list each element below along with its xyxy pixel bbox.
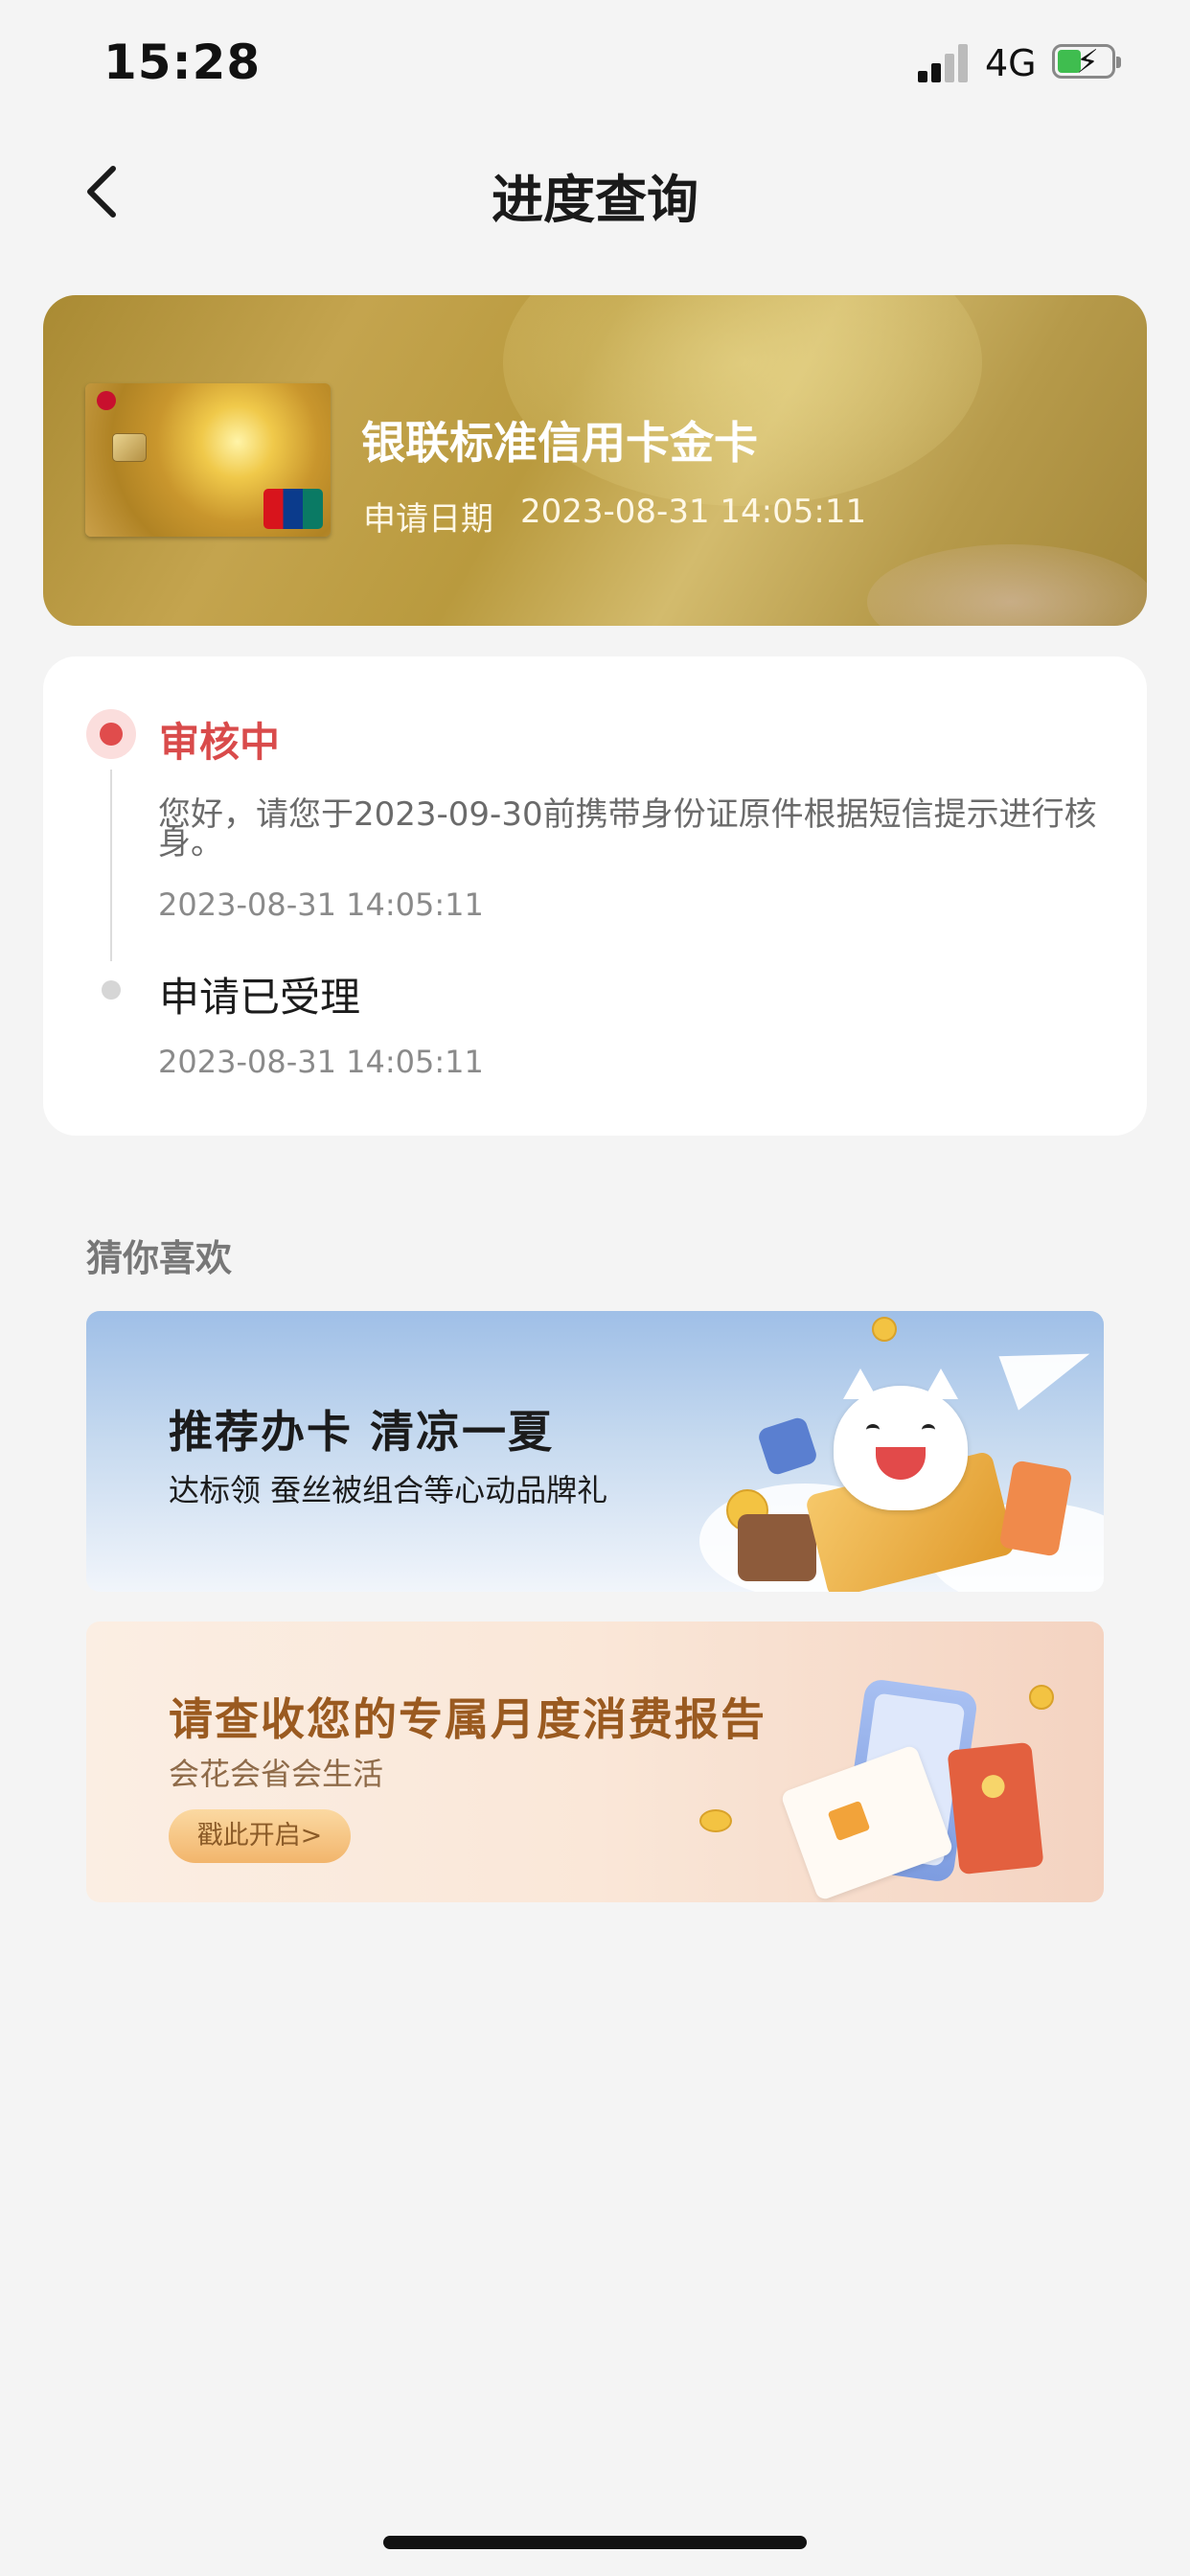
active-step-dot-icon xyxy=(86,709,136,759)
cat-mascot-icon xyxy=(834,1368,968,1510)
step-status-accepted: 申请已受理 xyxy=(159,974,361,1021)
battery-icon: ⚡ xyxy=(1052,43,1121,81)
timeline-line xyxy=(110,770,112,961)
progress-panel: 审核中 您好，请您于2023-09-30前携带身份证原件根据短信提示进行核身。 … xyxy=(43,656,1147,1136)
backpack-icon xyxy=(756,1415,819,1477)
credit-card-image xyxy=(85,383,331,537)
red-envelope-icon xyxy=(947,1741,1044,1875)
open-report-button[interactable]: 戳此开启> xyxy=(169,1809,351,1863)
nav-bar: 进度查询 xyxy=(0,144,1190,240)
status-bar: 15:28 4G ⚡ xyxy=(0,0,1190,125)
network-label: 4G xyxy=(985,42,1037,84)
signal-icon xyxy=(918,44,970,82)
home-indicator[interactable] xyxy=(383,2536,807,2549)
unionpay-logo-icon xyxy=(263,489,323,529)
banner-subtitle: 会花会省会生活 xyxy=(169,1756,384,1792)
promo-banner-monthly-report[interactable]: 请查收您的专属月度消费报告 会花会省会生活 戳此开启> xyxy=(86,1622,1104,1902)
step-dot-icon xyxy=(102,980,121,1000)
coin-icon xyxy=(699,1809,732,1832)
status-time: 15:28 xyxy=(103,34,262,90)
step-time: 2023-08-31 14:05:11 xyxy=(158,886,484,923)
card-name: 银联标准信用卡金卡 xyxy=(361,417,758,469)
banner-title: 请查收您的专属月度消费报告 xyxy=(169,1693,767,1745)
paper-plane-icon xyxy=(998,1326,1100,1411)
apply-date-value: 2023-08-31 14:05:11 xyxy=(520,493,867,531)
step-description: 您好，请您于2023-09-30前携带身份证原件根据短信提示进行核身。 xyxy=(158,795,1097,862)
section-title-recommend: 猜你喜欢 xyxy=(86,1237,233,1279)
step-status-reviewing: 审核中 xyxy=(159,719,281,766)
coin-icon xyxy=(1029,1685,1054,1710)
step-time: 2023-08-31 14:05:11 xyxy=(158,1044,484,1080)
bag-icon xyxy=(738,1514,816,1581)
coin-icon xyxy=(872,1317,897,1342)
banner-title: 推荐办卡 清凉一夏 xyxy=(169,1406,555,1458)
card-banner: 银联标准信用卡金卡 申请日期 2023-08-31 14:05:11 xyxy=(43,295,1147,626)
page-title: 进度查询 xyxy=(492,170,698,230)
promo-banner-card-apply[interactable]: 推荐办卡 清凉一夏 达标领 蚕丝被组合等心动品牌礼 xyxy=(86,1311,1104,1592)
bank-logo-icon xyxy=(97,391,116,410)
apply-date-label: 申请日期 xyxy=(363,500,493,539)
banner-subtitle: 达标领 蚕丝被组合等心动品牌礼 xyxy=(169,1472,608,1508)
card-chip-icon xyxy=(112,433,147,462)
